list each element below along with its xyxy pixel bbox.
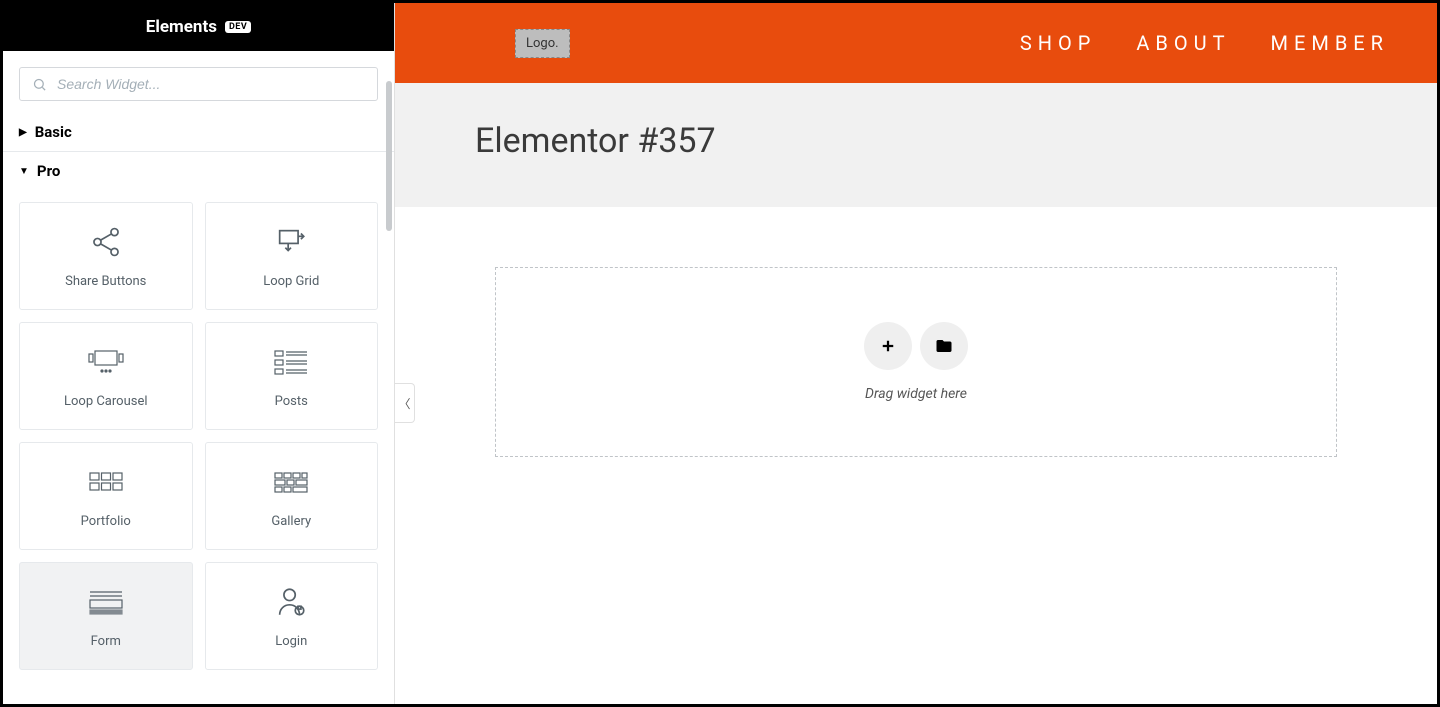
panel-collapse-handle[interactable]: 〈: [395, 383, 415, 423]
loop-grid-icon: [274, 224, 308, 260]
widget-login[interactable]: Login: [205, 562, 379, 670]
add-template-button[interactable]: [920, 322, 968, 370]
folder-icon: [935, 337, 953, 355]
widget-loop-grid[interactable]: Loop Grid: [205, 202, 379, 310]
category-label: Pro: [37, 162, 60, 180]
share-icon: [89, 224, 123, 260]
add-section-button[interactable]: [864, 322, 912, 370]
panel-title: Elements: [146, 17, 217, 37]
search-input[interactable]: [57, 76, 365, 92]
login-icon: [274, 584, 308, 620]
caret-down-icon: ▼: [19, 166, 29, 177]
nav-link-shop[interactable]: SHOP: [1020, 31, 1097, 55]
posts-icon: [273, 344, 309, 380]
widget-share-buttons[interactable]: Share Buttons: [19, 202, 193, 310]
panel-header: Elements DEV: [3, 3, 394, 51]
widget-label: Loop Grid: [263, 274, 319, 289]
portfolio-icon: [88, 464, 124, 500]
nav-link-member[interactable]: MEMBER: [1271, 31, 1389, 55]
widget-label: Form: [91, 634, 121, 649]
category-label: Basic: [35, 123, 72, 141]
widget-portfolio[interactable]: Portfolio: [19, 442, 193, 550]
caret-right-icon: ▶: [19, 127, 27, 138]
search-icon: [32, 77, 47, 92]
preview-area: Logo. SHOP ABOUT MEMBER Elementor #357 D…: [395, 3, 1437, 704]
panel-scrollbar[interactable]: [386, 81, 392, 231]
category-basic[interactable]: ▶ Basic: [19, 113, 378, 151]
logo-placeholder[interactable]: Logo.: [515, 29, 570, 58]
dropzone-label: Drag widget here: [865, 386, 967, 402]
widget-label: Loop Carousel: [64, 394, 148, 409]
panel-body: ▶ Basic ▼ Pro Share Buttons Loop Grid: [3, 51, 394, 704]
widget-loop-carousel[interactable]: Loop Carousel: [19, 322, 193, 430]
elements-panel: Elements DEV ▶ Basic ▼ Pro Share Buttons: [3, 3, 395, 704]
widget-dropzone[interactable]: Drag widget here: [495, 267, 1337, 457]
loop-carousel-icon: [87, 344, 125, 380]
search-widget-wrap[interactable]: [19, 67, 378, 101]
dev-badge: DEV: [225, 21, 251, 33]
widget-posts[interactable]: Posts: [205, 322, 379, 430]
site-header: Logo. SHOP ABOUT MEMBER: [395, 3, 1437, 83]
widget-label: Login: [275, 634, 307, 649]
widget-gallery[interactable]: Gallery: [205, 442, 379, 550]
widget-label: Portfolio: [81, 514, 131, 529]
widget-grid: Share Buttons Loop Grid Loop Carousel Po…: [19, 202, 378, 670]
widget-label: Posts: [275, 394, 308, 409]
form-icon: [86, 584, 126, 620]
gallery-icon: [273, 464, 309, 500]
dropzone-buttons: [864, 322, 968, 370]
widget-form[interactable]: Form: [19, 562, 193, 670]
widget-label: Gallery: [271, 514, 311, 529]
page-title-area: Elementor #357: [395, 83, 1437, 207]
category-pro[interactable]: ▼ Pro: [19, 152, 378, 190]
canvas-area: Drag widget here: [395, 207, 1437, 517]
widget-label: Share Buttons: [65, 274, 146, 289]
chevron-left-icon: 〈: [398, 395, 410, 412]
plus-icon: [879, 337, 897, 355]
page-title: Elementor #357: [475, 121, 1357, 161]
nav-link-about[interactable]: ABOUT: [1136, 31, 1230, 55]
